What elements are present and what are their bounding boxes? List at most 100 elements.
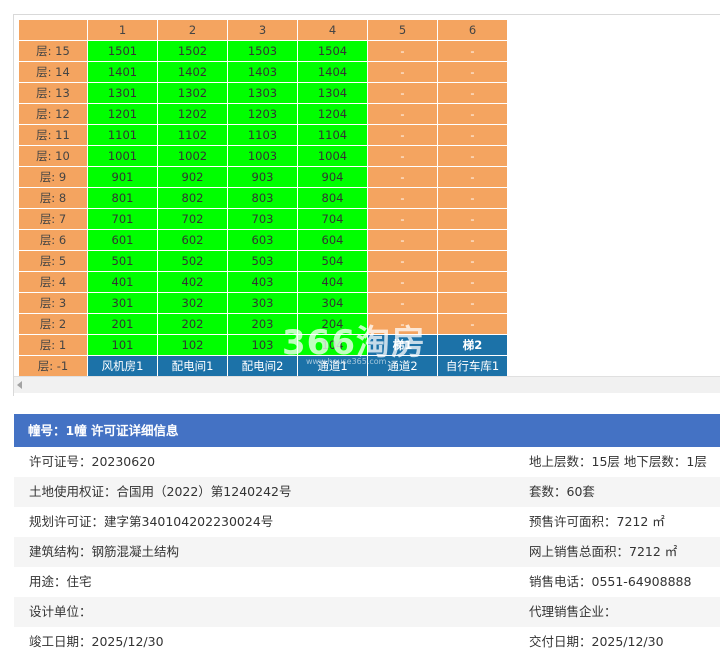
facility-cell: 梯2 <box>437 334 508 356</box>
unit-cell[interactable]: 1403 <box>227 61 298 83</box>
empty-cell: - <box>437 250 508 272</box>
unit-cell[interactable]: 402 <box>157 271 228 293</box>
unit-cell[interactable]: 501 <box>87 250 158 272</box>
unit-cell[interactable]: 202 <box>157 313 228 335</box>
unit-cell[interactable]: 503 <box>227 250 298 272</box>
unit-cell[interactable]: 1501 <box>87 40 158 62</box>
unit-cell[interactable]: 1401 <box>87 61 158 83</box>
unit-cell[interactable]: 102 <box>157 334 228 356</box>
unit-cell[interactable]: 604 <box>297 229 368 251</box>
unit-cell[interactable]: 803 <box>227 187 298 209</box>
horizontal-scrollbar[interactable] <box>14 376 720 393</box>
unit-cell[interactable]: 401 <box>87 271 158 293</box>
empty-cell: - <box>367 103 438 125</box>
unit-cell[interactable]: 1104 <box>297 124 368 146</box>
unit-cell[interactable]: 403 <box>227 271 298 293</box>
empty-cell: - <box>367 271 438 293</box>
unit-cell[interactable]: 201 <box>87 313 158 335</box>
unit-cell[interactable]: 1202 <box>157 103 228 125</box>
unit-cell[interactable]: 1301 <box>87 82 158 104</box>
floor-label: 层: 1 <box>18 334 88 356</box>
unit-cell[interactable]: 404 <box>297 271 368 293</box>
unit-cell[interactable]: 502 <box>157 250 228 272</box>
unit-cell[interactable]: 601 <box>87 229 158 251</box>
unit-grid: 1 2 3 4 5 6 层: 15 1501 1502 1503 1504- - 层: 14 1401 14… <box>18 19 508 377</box>
unit-cell[interactable]: 1101 <box>87 124 158 146</box>
unit-cell[interactable]: 101 <box>87 334 158 356</box>
empty-cell: - <box>367 187 438 209</box>
unit-cell[interactable]: 203 <box>227 313 298 335</box>
facility-cell: 自行车库1 <box>437 355 508 377</box>
empty-cell: - <box>367 166 438 188</box>
floor-label: 层: 4 <box>18 271 88 293</box>
empty-cell: - <box>367 82 438 104</box>
permit-detail-panel: 幢号：1幢 许可证详细信息 许可证号：20230620 地上层数：15层 地下层数… <box>14 414 720 657</box>
unit-cell[interactable]: 903 <box>227 166 298 188</box>
floor-label: 层: 2 <box>18 313 88 335</box>
floor-row: 层: 11 1101 1102 1103 1104- - <box>18 124 508 146</box>
unit-cell[interactable]: 802 <box>157 187 228 209</box>
info-left-field: 土地使用权证：合国用（2022）第1240242号 <box>29 484 292 499</box>
info-right-field: 代理销售企业： <box>529 604 617 619</box>
unit-cell[interactable]: 103 <box>227 334 298 356</box>
unit-cell[interactable]: 703 <box>227 208 298 230</box>
empty-cell: - <box>437 40 508 62</box>
floor-row: 层: 8 801 802 803 804- - <box>18 187 508 209</box>
facility-cell: 配电间1 <box>157 355 228 377</box>
unit-cell[interactable]: 701 <box>87 208 158 230</box>
unit-cell[interactable]: 304 <box>297 292 368 314</box>
unit-cell[interactable]: 302 <box>157 292 228 314</box>
column-header: 2 <box>157 19 228 41</box>
unit-cell[interactable]: 704 <box>297 208 368 230</box>
unit-cell[interactable]: 301 <box>87 292 158 314</box>
scroll-left-icon[interactable] <box>17 381 22 389</box>
empty-cell: - <box>367 40 438 62</box>
unit-cell[interactable]: 901 <box>87 166 158 188</box>
unit-cell[interactable]: 1302 <box>157 82 228 104</box>
empty-cell: - <box>367 61 438 83</box>
info-left-field: 许可证号：20230620 <box>29 454 156 469</box>
unit-cell[interactable]: 204 <box>297 313 368 335</box>
unit-cell[interactable]: 1502 <box>157 40 228 62</box>
unit-cell[interactable]: 1203 <box>227 103 298 125</box>
unit-cell[interactable]: 1201 <box>87 103 158 125</box>
floor-label: 层: 10 <box>18 145 88 167</box>
empty-cell: - <box>437 271 508 293</box>
info-row: 规划许可证：建字第340104202230024号 预售许可面积：7212 ㎡ <box>14 507 720 537</box>
info-left-field: 设计单位： <box>29 604 92 619</box>
unit-cell[interactable]: 702 <box>157 208 228 230</box>
empty-cell: - <box>367 313 438 335</box>
unit-cell[interactable]: 1303 <box>227 82 298 104</box>
unit-cell[interactable]: 1504 <box>297 40 368 62</box>
unit-cell[interactable]: 303 <box>227 292 298 314</box>
unit-cell[interactable]: 504 <box>297 250 368 272</box>
facility-cell: 梯1 <box>367 334 438 356</box>
unit-cell[interactable]: 801 <box>87 187 158 209</box>
floor-label: 层: 14 <box>18 61 88 83</box>
floor-row: 层: 9 901 902 903 904- - <box>18 166 508 188</box>
unit-cell[interactable]: 603 <box>227 229 298 251</box>
unit-cell[interactable]: 902 <box>157 166 228 188</box>
unit-cell[interactable]: 1503 <box>227 40 298 62</box>
unit-cell[interactable]: 1102 <box>157 124 228 146</box>
unit-cell[interactable]: 1304 <box>297 82 368 104</box>
info-row: 设计单位： 代理销售企业： <box>14 597 720 627</box>
unit-cell[interactable]: 904 <box>297 166 368 188</box>
floor-label: 层: 13 <box>18 82 88 104</box>
empty-cell: - <box>367 208 438 230</box>
column-header: 5 <box>367 19 438 41</box>
unit-cell[interactable]: 1103 <box>227 124 298 146</box>
unit-cell[interactable]: 602 <box>157 229 228 251</box>
unit-cell[interactable]: 1001 <box>87 145 158 167</box>
unit-cell[interactable]: 1404 <box>297 61 368 83</box>
empty-cell: - <box>437 292 508 314</box>
unit-cell[interactable]: 1204 <box>297 103 368 125</box>
unit-cell[interactable]: 1004 <box>297 145 368 167</box>
unit-cell[interactable]: 804 <box>297 187 368 209</box>
unit-cell[interactable]: 104 <box>297 334 368 356</box>
unit-cell[interactable]: 1402 <box>157 61 228 83</box>
unit-cell[interactable]: 1002 <box>157 145 228 167</box>
unit-cell[interactable]: 1003 <box>227 145 298 167</box>
floor-row: 层: 7 701 702 703 704- - <box>18 208 508 230</box>
empty-cell: - <box>437 208 508 230</box>
